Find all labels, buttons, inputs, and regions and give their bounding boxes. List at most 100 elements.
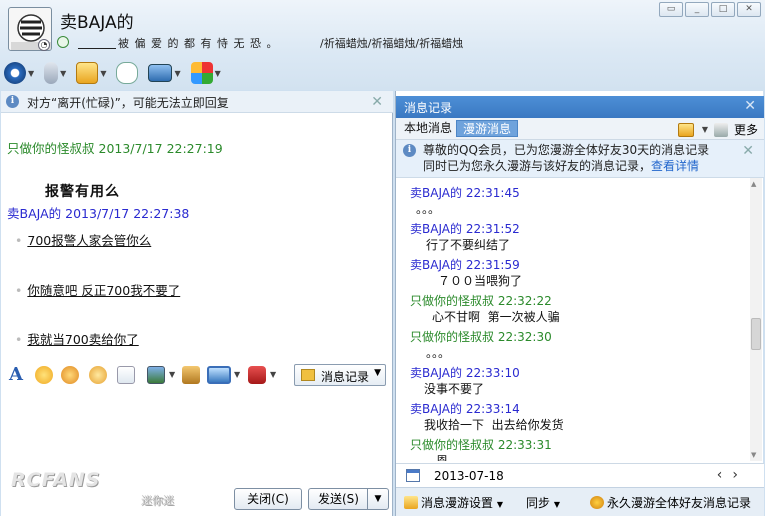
group-chat-button[interactable] — [116, 62, 139, 84]
window-header: ◔ 卖BAJA的 被 偏 爱 的 都 有 恃 无 恐 。 /祈福蜡烛/祈福蜡烛/… — [0, 0, 765, 90]
message-text: 我就当700卖给你了 — [27, 332, 139, 347]
scroll-thumb[interactable] — [751, 318, 761, 350]
history-header: 消息记录 ✕ — [396, 96, 764, 118]
current-date: 2013-07-18 — [434, 469, 504, 483]
sender-name: 只做你的怪叔叔 — [7, 141, 95, 156]
send-options-button[interactable]: ▼ — [367, 488, 389, 510]
timestamp: 22:33:31 — [497, 438, 552, 452]
log-header: 只做你的怪叔叔 22:32:30 — [410, 328, 552, 345]
timestamp: 22:31:59 — [465, 258, 520, 272]
music-icon[interactable] — [182, 366, 200, 384]
gift-icon[interactable] — [248, 366, 266, 384]
sender-name: 卖BAJA的 — [410, 258, 462, 272]
history-scrollbar[interactable]: ▲ ▼ — [750, 178, 762, 461]
close-window-button[interactable]: ✕ — [737, 2, 761, 17]
close-icon[interactable]: ✕ — [371, 95, 383, 109]
message-bullet: • 你随意吧 反正700我不要了 — [15, 280, 180, 299]
timestamp: 22:33:10 — [465, 366, 520, 380]
tab-roaming-messages[interactable]: 漫游消息 — [456, 120, 519, 137]
speaker-icon[interactable] — [713, 122, 728, 137]
window-controls: ▭ _ □ ✕ — [659, 2, 761, 17]
minimize-button[interactable]: _ — [685, 2, 709, 17]
vip-line-1: 尊敬的QQ会员，已为您漫游全体好友30天的消息记录 — [423, 143, 710, 157]
calendar-icon[interactable] — [406, 469, 420, 482]
emoji-icon[interactable] — [35, 366, 53, 384]
close-button[interactable]: 关闭(C) — [234, 488, 302, 510]
sender-name: 卖BAJA的 — [7, 206, 62, 221]
screenshot-icon[interactable] — [207, 366, 231, 384]
monitor-icon — [148, 64, 173, 82]
message-header: 只做你的怪叔叔 2013/7/17 22:27:19 — [7, 138, 223, 157]
scribble-icon[interactable] — [117, 366, 135, 384]
shake-icon[interactable] — [89, 366, 107, 384]
previous-day-button[interactable]: ‹ — [717, 467, 733, 483]
log-message: 心不甘啊 第一次被人骗 — [432, 310, 560, 324]
signature-text: 被 偏 爱 的 都 有 恃 无 恐 。 — [118, 37, 279, 50]
chevron-down-icon[interactable]: ▼ — [28, 69, 34, 78]
permanent-roaming-button[interactable]: 永久漫游全体好友消息记录 — [590, 494, 751, 511]
roaming-settings-button[interactable]: 消息漫游设置 ▼ — [404, 494, 503, 511]
sender-name: 只做你的怪叔叔 — [410, 438, 495, 452]
sender-name: 卖BAJA的 — [410, 366, 462, 380]
message-bullet: • 700报警人家会管你么 — [15, 230, 151, 249]
send-file-button[interactable]: ▼ — [76, 62, 106, 84]
chevron-down-icon[interactable]: ▼ — [100, 69, 106, 78]
sender-name: 只做你的怪叔叔 — [410, 330, 495, 344]
chevron-down-icon: ▼ — [553, 500, 560, 509]
rcfans-logo: RCFANS — [11, 469, 101, 491]
font-icon[interactable]: A — [9, 366, 27, 384]
more-button[interactable]: 更多 — [734, 121, 758, 138]
export-icon[interactable] — [677, 122, 694, 137]
scroll-down-icon[interactable]: ▼ — [751, 451, 756, 459]
permanent-roaming-label: 永久漫游全体好友消息记录 — [607, 496, 752, 510]
bullet-dot: • — [15, 233, 23, 248]
image-icon[interactable] — [147, 366, 165, 384]
skin-button[interactable]: ▭ — [659, 2, 683, 17]
apps-button[interactable]: ▼ — [190, 62, 221, 84]
sync-button[interactable]: 同步 ▼ — [526, 494, 560, 511]
info-icon: i — [6, 95, 19, 108]
contact-name[interactable]: 卖BAJA的 — [60, 8, 134, 33]
history-tabs: 本地消息 漫游消息 ▼ 更多 — [396, 118, 764, 140]
animated-emoji-icon[interactable] — [61, 366, 79, 384]
history-icon — [301, 369, 315, 381]
details-link[interactable]: 查看详情 — [651, 159, 699, 173]
close-icon[interactable]: ✕ — [744, 99, 756, 113]
chevron-down-icon[interactable]: ▼ — [60, 69, 66, 78]
chat-bubble-icon — [116, 62, 139, 84]
voice-call-button[interactable]: ▼ — [44, 62, 66, 84]
remote-desktop-button[interactable]: ▼ — [148, 64, 181, 82]
chevron-down-icon[interactable]: ▼ — [234, 370, 240, 379]
video-call-button[interactable]: ▼ — [4, 62, 34, 84]
away-notice-text: 对方“离开(忙碌)”，可能无法立即回复 — [27, 96, 229, 110]
log-message: 恩 — [436, 454, 449, 461]
send-button[interactable]: 发送(S) — [308, 488, 368, 510]
log-header: 卖BAJA的 22:31:45 — [410, 184, 520, 201]
qq-penguin-icon — [590, 496, 604, 509]
maximize-button[interactable]: □ — [711, 2, 735, 17]
timestamp: 22:31:52 — [465, 222, 520, 236]
message-text: 你随意吧 反正700我不要了 — [27, 283, 181, 298]
sender-name: 只做你的怪叔叔 — [410, 294, 495, 308]
chevron-down-icon: ▼ — [496, 500, 503, 509]
timestamp: 2013/7/17 22:27:19 — [98, 141, 223, 156]
next-day-button[interactable]: › — [732, 467, 748, 483]
message-history-button[interactable]: 消息记录 ▼ — [294, 364, 386, 386]
chevron-down-icon[interactable]: ▼ — [702, 125, 708, 134]
chevron-down-icon[interactable]: ▼ — [270, 370, 276, 379]
roaming-settings-label: 消息漫游设置 — [421, 496, 494, 510]
sender-name: 卖BAJA的 — [410, 186, 462, 200]
scroll-up-icon[interactable]: ▲ — [751, 180, 756, 188]
chevron-down-icon[interactable]: ▼ — [169, 370, 175, 379]
chat-messages: 只做你的怪叔叔 2013/7/17 22:27:19 报警有用么 卖BAJA的 … — [1, 113, 393, 378]
message-header: 卖BAJA的 2013/7/17 22:27:38 — [7, 203, 189, 222]
timestamp: 22:32:30 — [497, 330, 552, 344]
history-label: 消息记录 — [321, 370, 370, 384]
tab-local-messages[interactable]: 本地消息 — [398, 120, 458, 137]
chevron-down-icon[interactable]: ▼ — [174, 69, 180, 78]
close-icon[interactable]: ✕ — [742, 144, 754, 158]
log-header: 卖BAJA的 22:31:52 — [410, 220, 520, 237]
chevron-down-icon[interactable]: ▼ — [215, 69, 221, 78]
date-navigation: ‹› — [717, 467, 748, 483]
history-pane: 消息记录 ✕ 本地消息 漫游消息 ▼ 更多 i 尊敬的QQ会员，已为您漫游全体好… — [395, 91, 764, 516]
